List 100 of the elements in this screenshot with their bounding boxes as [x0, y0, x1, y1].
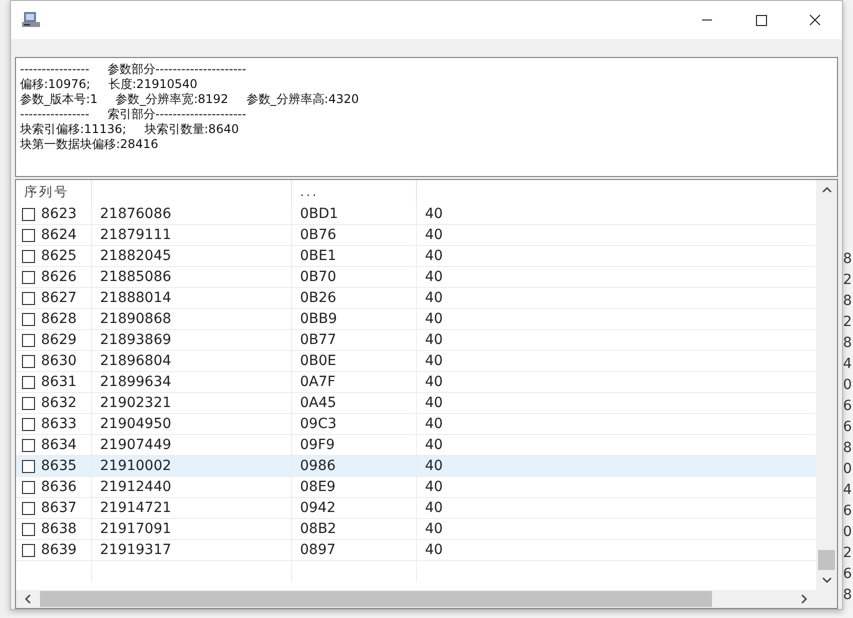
checkbox[interactable] [22, 312, 35, 326]
table-row[interactable]: 8637 21914721 0942 40 [16, 498, 816, 519]
checkbox[interactable] [22, 396, 35, 410]
table-cell: 0897 [300, 542, 336, 558]
table-cell: 0986 [300, 458, 336, 474]
checkbox[interactable] [22, 502, 35, 514]
table-cell: 09C3 [300, 416, 336, 432]
table-cell: 21879111 [100, 227, 172, 243]
table-cell: 21890868 [100, 311, 172, 327]
table-row[interactable]: 8636 21912440 08E9 40 [16, 477, 816, 498]
table-row[interactable]: 8624 21879111 0B76 40 [16, 225, 816, 246]
table-cell: 8637 [41, 500, 77, 516]
checkbox[interactable] [22, 250, 35, 262]
checkbox[interactable] [22, 480, 35, 494]
checkbox[interactable] [22, 292, 35, 304]
background-text: 4 [843, 355, 853, 374]
table-cell: 21899634 [100, 374, 172, 390]
maximize-icon[interactable] [754, 14, 768, 26]
table-cell: 8624 [41, 227, 77, 243]
info-text: 参数_版本号:1 [20, 92, 98, 107]
table-cell: 0B76 [300, 227, 336, 243]
table-cell: 21896804 [100, 353, 172, 369]
table-cell: 40 [425, 227, 443, 243]
table-row[interactable]: 8633 21904950 09C3 40 [16, 414, 816, 435]
checkbox[interactable] [22, 354, 35, 368]
checkbox[interactable] [22, 376, 35, 388]
table-cell: 40 [425, 353, 443, 369]
checkbox[interactable] [22, 208, 35, 220]
info-text: 块索引偏移:11136; [20, 122, 126, 137]
table-row[interactable]: 8625 21882045 0BE1 40 [16, 246, 816, 267]
table-cell: 8627 [41, 290, 77, 306]
table-cell: 0B0E [300, 353, 336, 369]
table-cell: 40 [425, 416, 443, 432]
table-row[interactable]: 8626 21885086 0B70 40 [16, 267, 816, 288]
table-cell: 21914721 [100, 500, 172, 516]
close-icon[interactable] [808, 14, 822, 26]
table-cell: 40 [425, 290, 443, 306]
table-cell: 21904950 [100, 416, 172, 432]
table-cell: 40 [425, 248, 443, 264]
table-row[interactable]: 8628 21890868 0BB9 40 [16, 309, 816, 330]
table-cell: 8633 [41, 416, 77, 432]
scroll-up-icon[interactable] [822, 186, 832, 194]
table-cell: 21882045 [100, 248, 172, 264]
table-cell: 21893869 [100, 332, 172, 348]
table-cell: 21876086 [100, 206, 172, 222]
table-cell: 8630 [41, 353, 77, 369]
table-cell: 8629 [41, 332, 77, 348]
column-header[interactable]: 序列号 [24, 183, 69, 201]
background-text: 4 [843, 481, 853, 500]
checkbox[interactable] [22, 544, 35, 556]
background-text: 8 [843, 334, 853, 353]
table-row[interactable]: 8630 21896804 0B0E 40 [16, 351, 816, 372]
scroll-left-icon[interactable] [24, 594, 32, 604]
table-row[interactable]: 8623 21876086 0BD1 40 [16, 204, 816, 225]
background-text: 8 [843, 439, 853, 458]
scroll-down-icon[interactable] [822, 576, 832, 584]
checkbox[interactable] [22, 334, 35, 346]
scroll-thumb[interactable] [40, 591, 712, 607]
table-cell: 09F9 [300, 437, 335, 453]
checkbox[interactable] [22, 438, 35, 452]
vertical-scrollbar[interactable] [816, 180, 837, 590]
info-text: 偏移:10976; [20, 77, 90, 92]
table-row[interactable]: 8635 21910002 0986 40 [16, 456, 816, 477]
background-text: 6 [843, 502, 853, 521]
table-row[interactable]: 8629 21893869 0B77 40 [16, 330, 816, 351]
table-cell: 08B2 [300, 521, 336, 537]
scroll-right-icon[interactable] [800, 594, 808, 604]
checkbox[interactable] [22, 228, 35, 242]
table-cell: 8625 [41, 248, 77, 264]
table-cell: 8626 [41, 269, 77, 285]
table-cell: 0B77 [300, 332, 336, 348]
column-header[interactable]: ... [300, 184, 318, 200]
table-row[interactable]: 8627 21888014 0B26 40 [16, 288, 816, 309]
horizontal-scrollbar[interactable] [16, 590, 837, 608]
table-cell: 40 [425, 542, 443, 558]
table-cell: 0BD1 [300, 206, 338, 222]
checkbox[interactable] [22, 418, 35, 430]
table-row[interactable]: 8631 21899634 0A7F 40 [16, 372, 816, 393]
background-text: 2 [843, 271, 853, 290]
background-text: 8 [843, 586, 853, 605]
table-cell: 8636 [41, 479, 77, 495]
table-cell: 8634 [41, 437, 77, 453]
table-row[interactable]: 8632 21902321 0A45 40 [16, 393, 816, 414]
checkbox[interactable] [22, 522, 35, 536]
background-text: 2 [843, 544, 853, 563]
info-text: 长度:21910540 [108, 77, 198, 92]
table-cell: 0B26 [300, 290, 336, 306]
table-cell: 8635 [41, 458, 77, 474]
table-cell: 21885086 [100, 269, 172, 285]
table-cell: 40 [425, 521, 443, 537]
table-cell: 8631 [41, 374, 77, 390]
table-row[interactable]: 8638 21917091 08B2 40 [16, 519, 816, 540]
checkbox[interactable] [22, 460, 35, 472]
table-cell: 0942 [300, 500, 336, 516]
table-cell: 0BE1 [300, 248, 336, 264]
table-row[interactable]: 8639 21919317 0897 40 [16, 540, 816, 561]
table-cell: 21902321 [100, 395, 172, 411]
table-cell: 40 [425, 458, 443, 474]
scroll-thumb[interactable] [818, 550, 835, 570]
checkbox[interactable] [22, 270, 35, 284]
